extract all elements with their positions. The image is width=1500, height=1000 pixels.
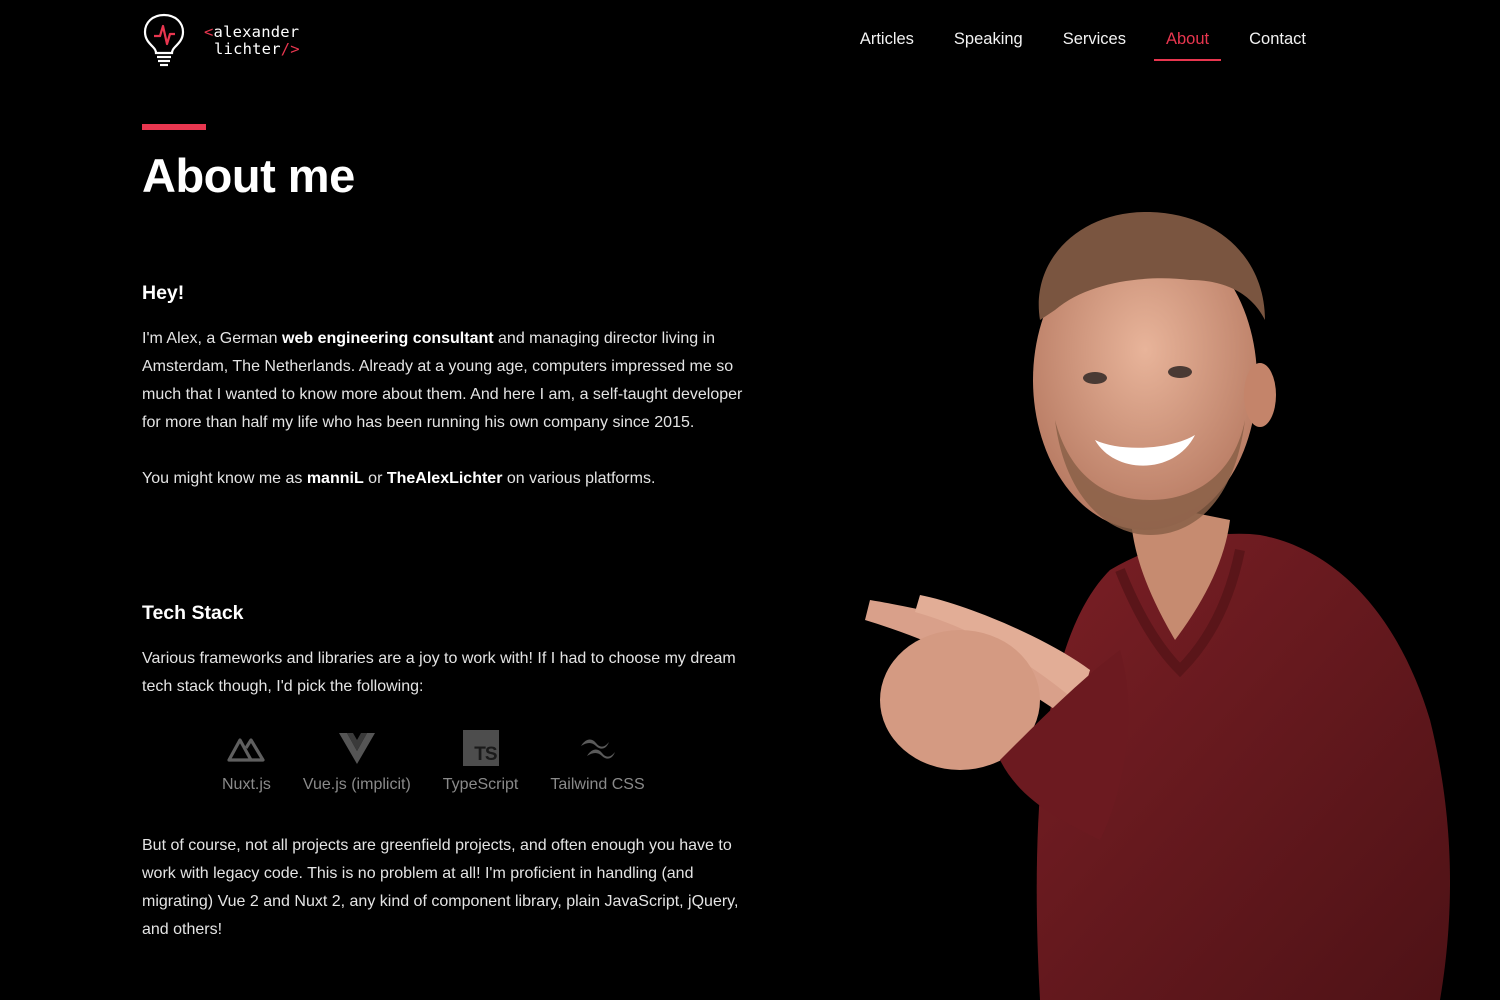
tech-item-tailwind: Tailwind CSS (550, 728, 645, 794)
intro-paragraph: I'm Alex, a German web engineering consu… (142, 325, 752, 437)
typescript-badge-text: TS (474, 744, 497, 765)
nav-services[interactable]: Services (1063, 28, 1126, 61)
tech-label-typescript: TypeScript (442, 776, 519, 793)
tech-stack-heading: Tech Stack (142, 602, 244, 624)
logo-last-name: lichter (214, 40, 281, 58)
tech-stack-section: Tech Stack Various frameworks and librar… (142, 602, 752, 701)
tech-label-nuxt: Nuxt.js (222, 776, 271, 793)
logo-bracket-close: /> (280, 40, 300, 58)
logo-wordmark: <alexander lichter/> (204, 24, 300, 58)
tech-item-nuxt: Nuxt.js (222, 728, 271, 794)
handles-text-c: on various platforms. (502, 470, 656, 487)
tech-label-vue: Vue.js (implicit) (302, 776, 411, 793)
lightbulb-icon (143, 13, 185, 67)
vue-icon (337, 728, 377, 768)
handles-text-a: You might know me as (142, 470, 307, 487)
nuxt-icon (226, 728, 266, 768)
intro-section: Hey! I'm Alex, a German web engineering … (142, 282, 752, 493)
typescript-badge: TS (462, 730, 499, 766)
tech-stack-list: Nuxt.js Vue.js (implicit) TS TypeScript … (222, 728, 677, 794)
intro-text-a: I'm Alex, a German (142, 330, 282, 347)
handle-thealexlichter: TheAlexLichter (386, 470, 503, 487)
site-logo[interactable]: <alexander lichter/> (142, 12, 300, 68)
tailwind-icon (578, 728, 618, 768)
page-title: About me (142, 149, 355, 202)
tech-stack-intro: Various frameworks and libraries are a j… (142, 650, 736, 695)
portrait-photo (865, 211, 1450, 1000)
typescript-icon: TS (461, 728, 501, 768)
intro-role: web engineering consultant (282, 330, 494, 347)
legacy-paragraph: But of course, not all projects are gree… (142, 837, 739, 938)
main-nav: Articles Speaking Services About Contact (820, 28, 1306, 61)
logo-bracket-open: < (204, 23, 214, 41)
nav-articles[interactable]: Articles (860, 28, 914, 61)
handles-paragraph: You might know me as manniL or TheAlexLi… (142, 465, 752, 493)
nav-speaking[interactable]: Speaking (954, 28, 1023, 61)
intro-heading: Hey! (142, 282, 185, 304)
tech-item-typescript: TS TypeScript (442, 728, 519, 794)
nav-contact[interactable]: Contact (1249, 28, 1306, 61)
handles-text-b: or (363, 470, 387, 487)
tech-label-tailwind: Tailwind CSS (550, 776, 645, 793)
handle-mannil: manniL (306, 470, 364, 487)
logo-first-name: alexander (213, 23, 300, 41)
legacy-section: But of course, not all projects are gree… (142, 832, 752, 944)
tech-item-vue: Vue.js (implicit) (303, 728, 411, 794)
title-accent-bar (142, 124, 206, 130)
site-header: <alexander lichter/> Articles Speaking S… (0, 0, 1500, 80)
nav-about[interactable]: About (1153, 28, 1222, 61)
